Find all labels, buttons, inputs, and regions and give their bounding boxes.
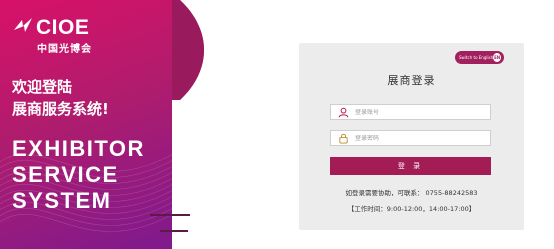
working-hours-text: 【工作时间：9:00-12:00，14:00-17:00】 [347, 205, 476, 213]
language-code: EN [493, 53, 501, 62]
system-title-line-3: SYSTEM [12, 188, 112, 213]
arc-decoration [172, 0, 204, 100]
help-contact-text: 如登录需要协助，可联系： 0755-88242583 [345, 189, 478, 197]
system-title: EXHIBITOR SERVICE SYSTEM [12, 136, 145, 214]
system-title-line-2: SERVICE [12, 162, 119, 187]
logo-subtitle: 中国光博会 [37, 44, 92, 55]
username-field[interactable] [330, 104, 491, 120]
password-input[interactable] [355, 134, 490, 142]
cioe-logo-icon [14, 18, 32, 32]
system-title-line-1: EXHIBITOR [12, 136, 145, 161]
password-field[interactable] [330, 130, 491, 146]
login-card: Switch to English EN 展商登录 登 录 如登录需要协助，可联… [299, 43, 524, 230]
language-toggle[interactable]: Switch to English EN [455, 51, 504, 64]
divider-line [160, 230, 188, 232]
username-input[interactable] [355, 108, 490, 116]
hero-panel: CIOE 中国光博会 欢迎登陆 展商服务系统! EXHIBITOR SERVIC… [0, 0, 172, 249]
login-button[interactable]: 登 录 [330, 157, 491, 175]
welcome-line-2: 展商服务系统! [12, 100, 109, 118]
lock-icon [339, 133, 348, 144]
welcome-line-1: 欢迎登陆 [12, 78, 73, 96]
user-icon [338, 107, 349, 117]
logo-text: CIOE [36, 16, 90, 39]
cioe-logo: CIOE 中国光博会 [12, 14, 92, 55]
language-toggle-label: Switch to English [459, 55, 494, 60]
welcome-heading: 欢迎登陆 展商服务系统! [12, 76, 109, 120]
divider-line [150, 214, 190, 216]
login-title: 展商登录 [387, 74, 436, 87]
